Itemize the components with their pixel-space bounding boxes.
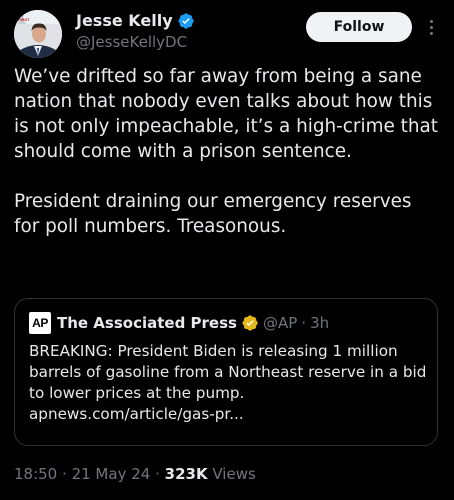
follow-button[interactable]: Follow (306, 12, 412, 42)
quoted-tweet-header: AP The Associated Press @AP · 3h (29, 312, 329, 334)
quoted-author-name[interactable]: The Associated Press (57, 314, 237, 332)
author-name-row[interactable]: Jesse Kelly (76, 11, 195, 30)
gold-verified-badge-icon (242, 315, 258, 331)
avatar-badge-text: FIRST (18, 17, 30, 22)
ap-logo-icon[interactable]: AP (29, 312, 51, 334)
quoted-tweet-body: BREAKING: President Biden is releasing 1… (29, 342, 427, 402)
quoted-tweet-time[interactable]: 3h (310, 314, 329, 332)
author-name[interactable]: Jesse Kelly (76, 11, 173, 30)
quoted-author-handle[interactable]: @AP (263, 314, 297, 332)
tweet: FIRST Jesse Kelly @JesseKellyDC Follow W… (0, 0, 454, 500)
more-vertical-icon[interactable] (424, 14, 438, 40)
quoted-tweet-card[interactable]: AP The Associated Press @AP · 3h BREAKIN… (14, 298, 438, 446)
separator-dot: · (301, 314, 307, 332)
tweet-paragraph: President draining our emergency reserve… (14, 191, 412, 237)
author-avatar[interactable]: FIRST (14, 10, 62, 58)
author-handle[interactable]: @JesseKellyDC (76, 33, 187, 51)
tweet-paragraph: We’ve drifted so far away from being a s… (14, 66, 438, 162)
tweet-meta: 18:50 · 21 May 24 · 323K Views (14, 465, 256, 483)
tweet-time[interactable]: 18:50 (14, 465, 57, 483)
quoted-tweet-text: BREAKING: President Biden is releasing 1… (29, 341, 429, 425)
views-count[interactable]: 323K (165, 465, 208, 483)
quoted-tweet-link[interactable]: apnews.com/article/gas-pr... (29, 404, 429, 425)
tweet-text: We’ve drifted so far away from being a s… (14, 64, 440, 239)
separator-dot: · (155, 465, 160, 483)
views-label: Views (212, 465, 256, 483)
ap-logo-text: AP (32, 316, 48, 330)
verified-badge-icon (178, 12, 194, 29)
separator-dot: · (62, 465, 67, 483)
tweet-date[interactable]: 21 May 24 (72, 465, 151, 483)
